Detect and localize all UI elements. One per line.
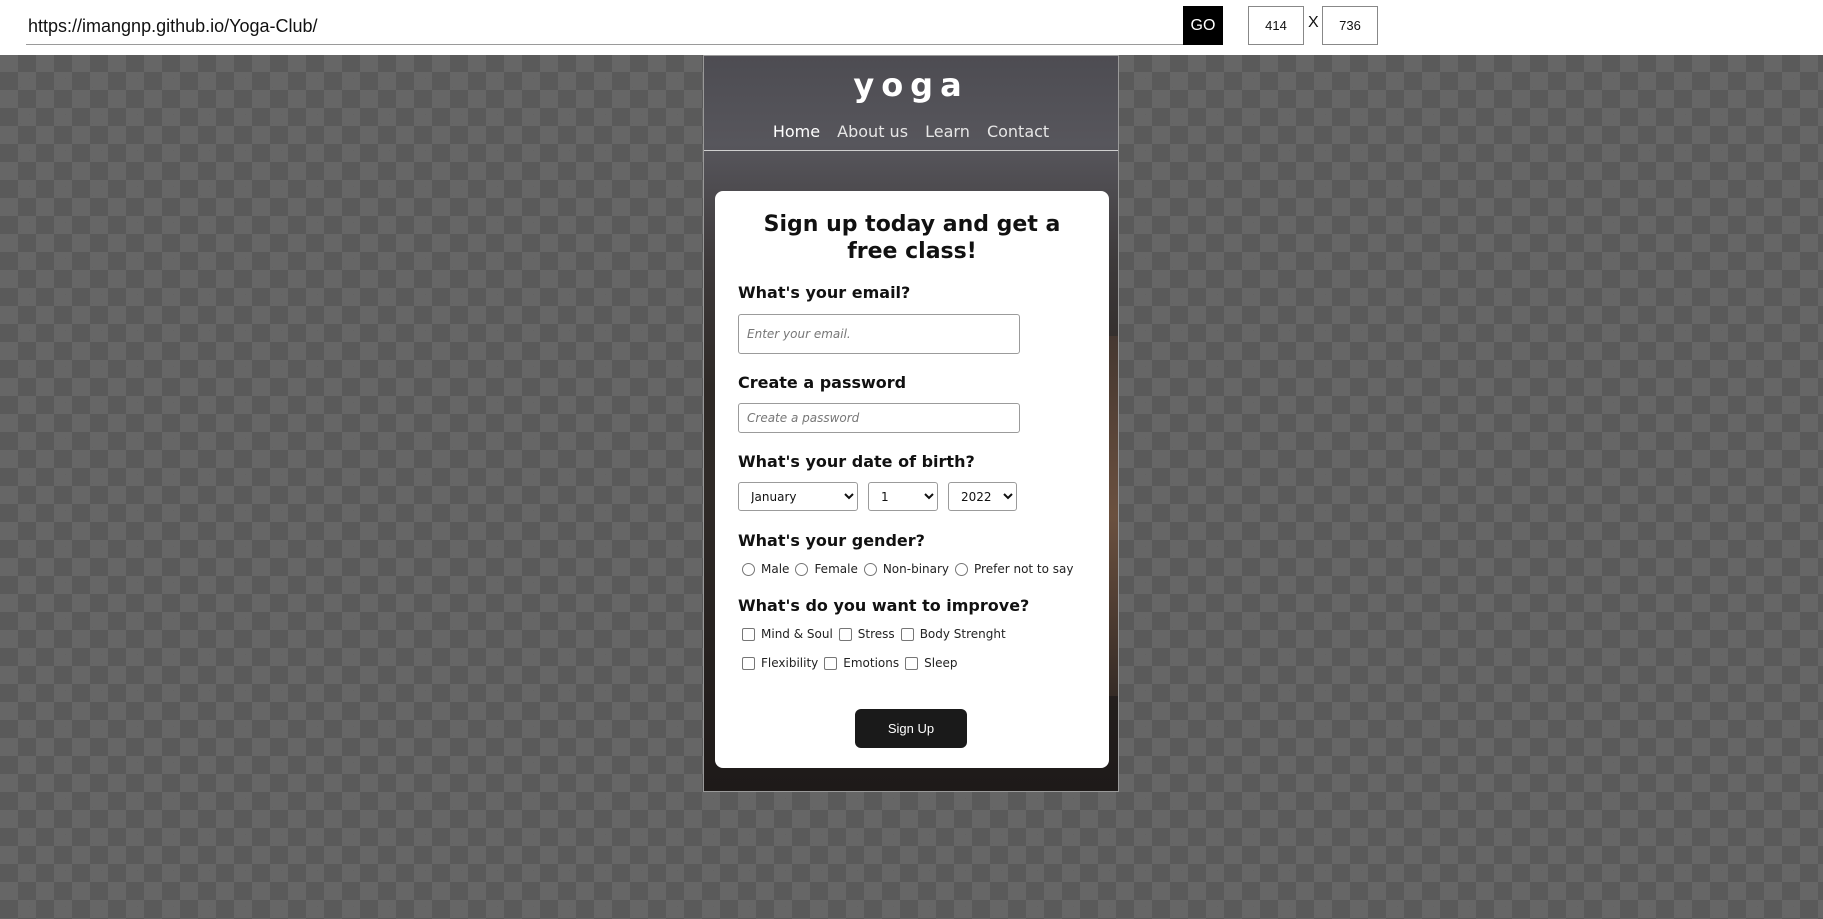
checkbox-mind-soul[interactable] [742,627,755,641]
site-logo[interactable]: yoga [704,66,1118,104]
improve-option-flexibility[interactable]: Flexibility [742,656,818,670]
dimension-separator: X [1308,14,1319,31]
improve-options-row-1: Mind & Soul Stress Body Strenght [742,627,1012,641]
gender-option-non-binary[interactable]: Non-binary [863,562,949,576]
radio-prefer-not[interactable] [955,562,969,576]
nav-about-us[interactable]: About us [837,122,908,141]
nav-home[interactable]: Home [773,122,820,141]
improve-option-body-strength[interactable]: Body Strenght [900,627,1006,641]
checkbox-sleep[interactable] [905,656,919,670]
email-label: What's your email? [738,283,911,302]
width-input[interactable] [1248,6,1304,45]
password-field[interactable] [738,403,1020,433]
signup-title: Sign up today and get a free class! [763,212,1061,264]
checkbox-emotions[interactable] [824,656,838,670]
radio-male[interactable] [742,562,755,576]
checkbox-body-strength[interactable] [900,627,914,641]
radio-female[interactable] [795,562,809,576]
email-field[interactable] [738,314,1020,354]
improve-options-row-2: Flexibility Emotions Sleep [742,656,963,670]
signup-card: Sign up today and get a free class! What… [715,191,1109,768]
gender-options: Male Female Non-binary Prefer not to say [742,562,1080,576]
improve-option-stress[interactable]: Stress [838,627,895,641]
site-header: yoga Home About us Learn Contact [704,56,1118,151]
dob-month-select[interactable]: January [738,482,858,511]
dob-label: What's your date of birth? [738,452,975,471]
dob-day-select[interactable]: 1 [868,482,938,511]
improve-option-mind-soul[interactable]: Mind & Soul [742,627,833,641]
url-input[interactable] [26,8,1183,45]
gender-option-prefer-not[interactable]: Prefer not to say [955,562,1074,576]
nav-contact[interactable]: Contact [987,122,1049,141]
device-frame: yoga Home About us Learn Contact Sign up… [703,55,1119,792]
improve-option-sleep[interactable]: Sleep [905,656,957,670]
gender-option-male[interactable]: Male [742,562,789,576]
height-input[interactable] [1322,6,1378,45]
nav-learn[interactable]: Learn [925,122,970,141]
improve-label: What's do you want to improve? [738,596,1030,615]
dob-year-select[interactable]: 2022 [948,482,1017,511]
preview-toolbar: GO X [0,0,1823,55]
radio-non-binary[interactable] [863,562,877,576]
gender-label: What's your gender? [738,531,925,550]
gender-option-female[interactable]: Female [795,562,858,576]
checkbox-flexibility[interactable] [742,656,755,670]
go-button[interactable]: GO [1183,6,1223,45]
signup-button[interactable]: Sign Up [855,709,967,748]
checkbox-stress[interactable] [838,627,852,641]
password-label: Create a password [738,373,907,392]
improve-option-emotions[interactable]: Emotions [824,656,899,670]
main-nav: Home About us Learn Contact [704,122,1118,141]
